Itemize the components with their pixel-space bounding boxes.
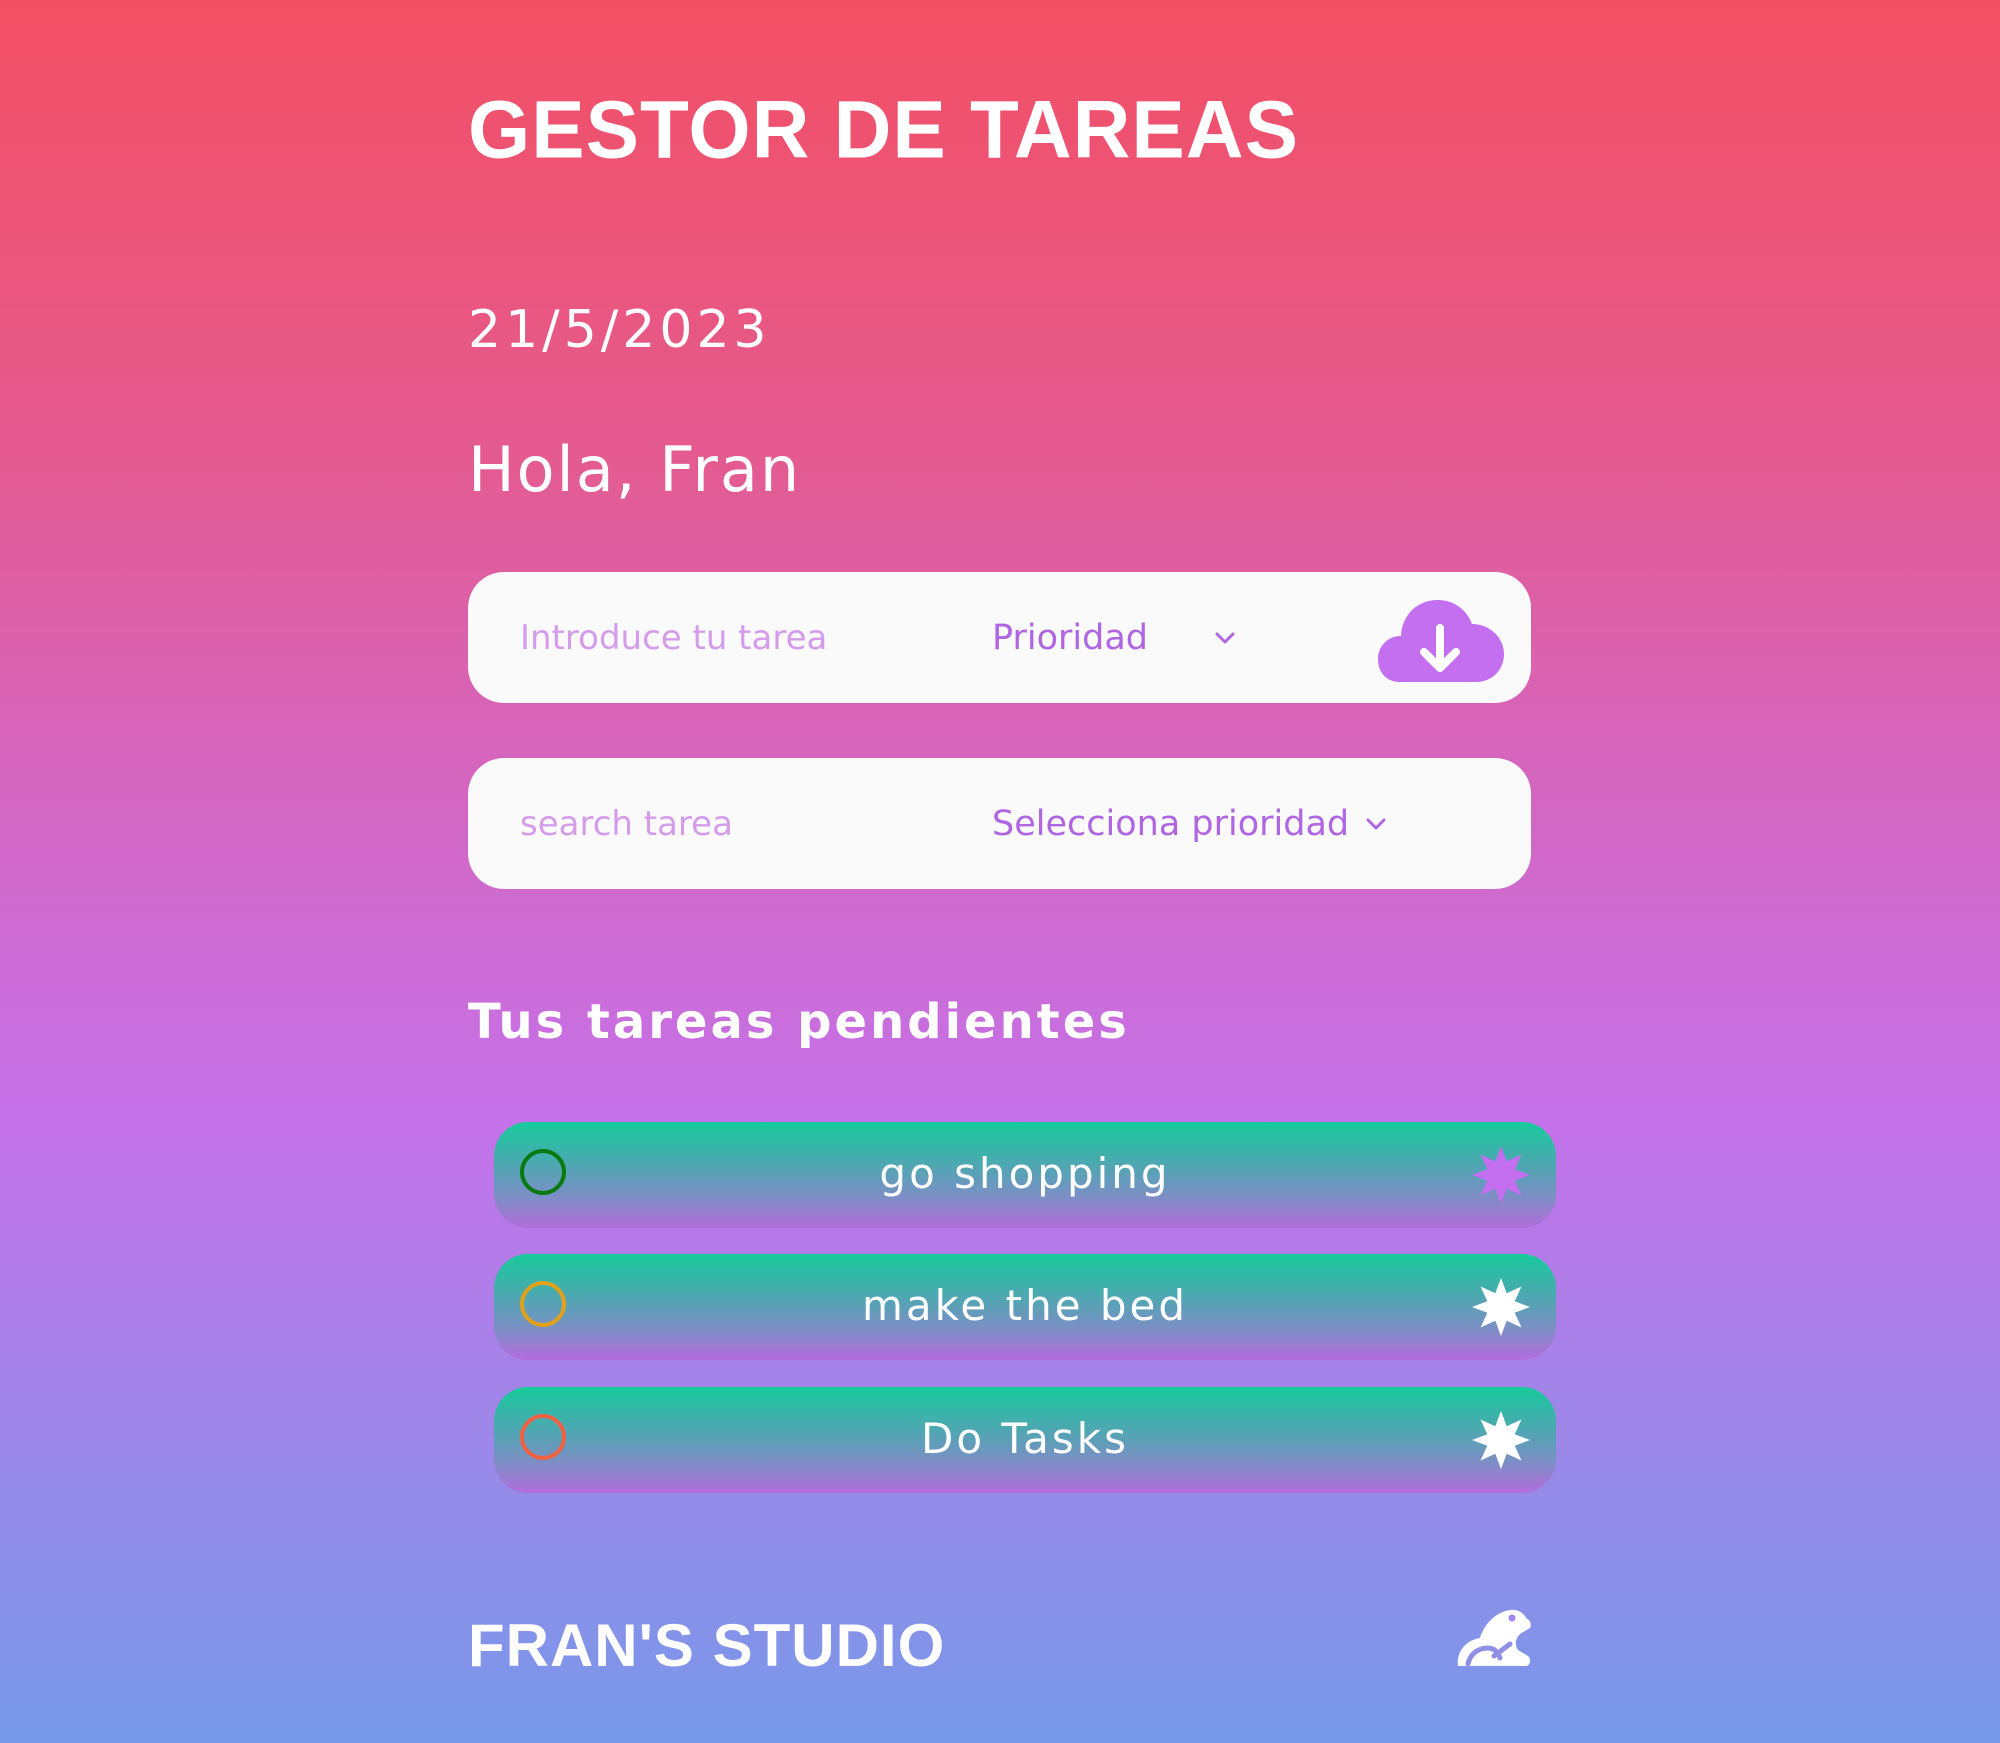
frog-icon bbox=[1457, 1609, 1531, 1667]
chevron-down-icon bbox=[1214, 631, 1236, 645]
star-burst-icon[interactable] bbox=[1472, 1411, 1530, 1469]
task-text: go shopping bbox=[879, 1149, 1171, 1198]
chevron-down-icon bbox=[1365, 817, 1387, 831]
brand-name: FRAN'S STUDIO bbox=[468, 1612, 946, 1679]
star-burst-icon[interactable] bbox=[1472, 1146, 1530, 1204]
priority-filter-select[interactable]: Selecciona prioridad bbox=[992, 794, 1387, 854]
search-form: Selecciona prioridad bbox=[468, 758, 1531, 889]
task-item[interactable]: Do Tasks bbox=[494, 1387, 1556, 1493]
search-input[interactable] bbox=[520, 796, 920, 852]
app-title: GESTOR DE TAREAS bbox=[468, 84, 1299, 175]
add-task-form: Prioridad bbox=[468, 572, 1531, 703]
greeting: Hola, Fran bbox=[468, 433, 802, 506]
task-item[interactable]: make the bed bbox=[494, 1254, 1556, 1360]
star-burst-icon[interactable] bbox=[1472, 1278, 1530, 1336]
task-item[interactable]: go shopping bbox=[494, 1122, 1556, 1228]
priority-select[interactable]: Prioridad bbox=[992, 608, 1236, 668]
cloud-download-icon bbox=[1378, 600, 1504, 682]
add-task-button[interactable] bbox=[1378, 596, 1504, 686]
task-text: make the bed bbox=[861, 1281, 1189, 1330]
task-text: Do Tasks bbox=[921, 1414, 1129, 1463]
task-input[interactable] bbox=[520, 610, 920, 666]
current-date: 21/5/2023 bbox=[468, 300, 771, 360]
priority-filter-label: Selecciona prioridad bbox=[992, 804, 1350, 844]
priority-select-label: Prioridad bbox=[992, 618, 1149, 658]
pending-tasks-title: Tus tareas pendientes bbox=[468, 994, 1130, 1050]
